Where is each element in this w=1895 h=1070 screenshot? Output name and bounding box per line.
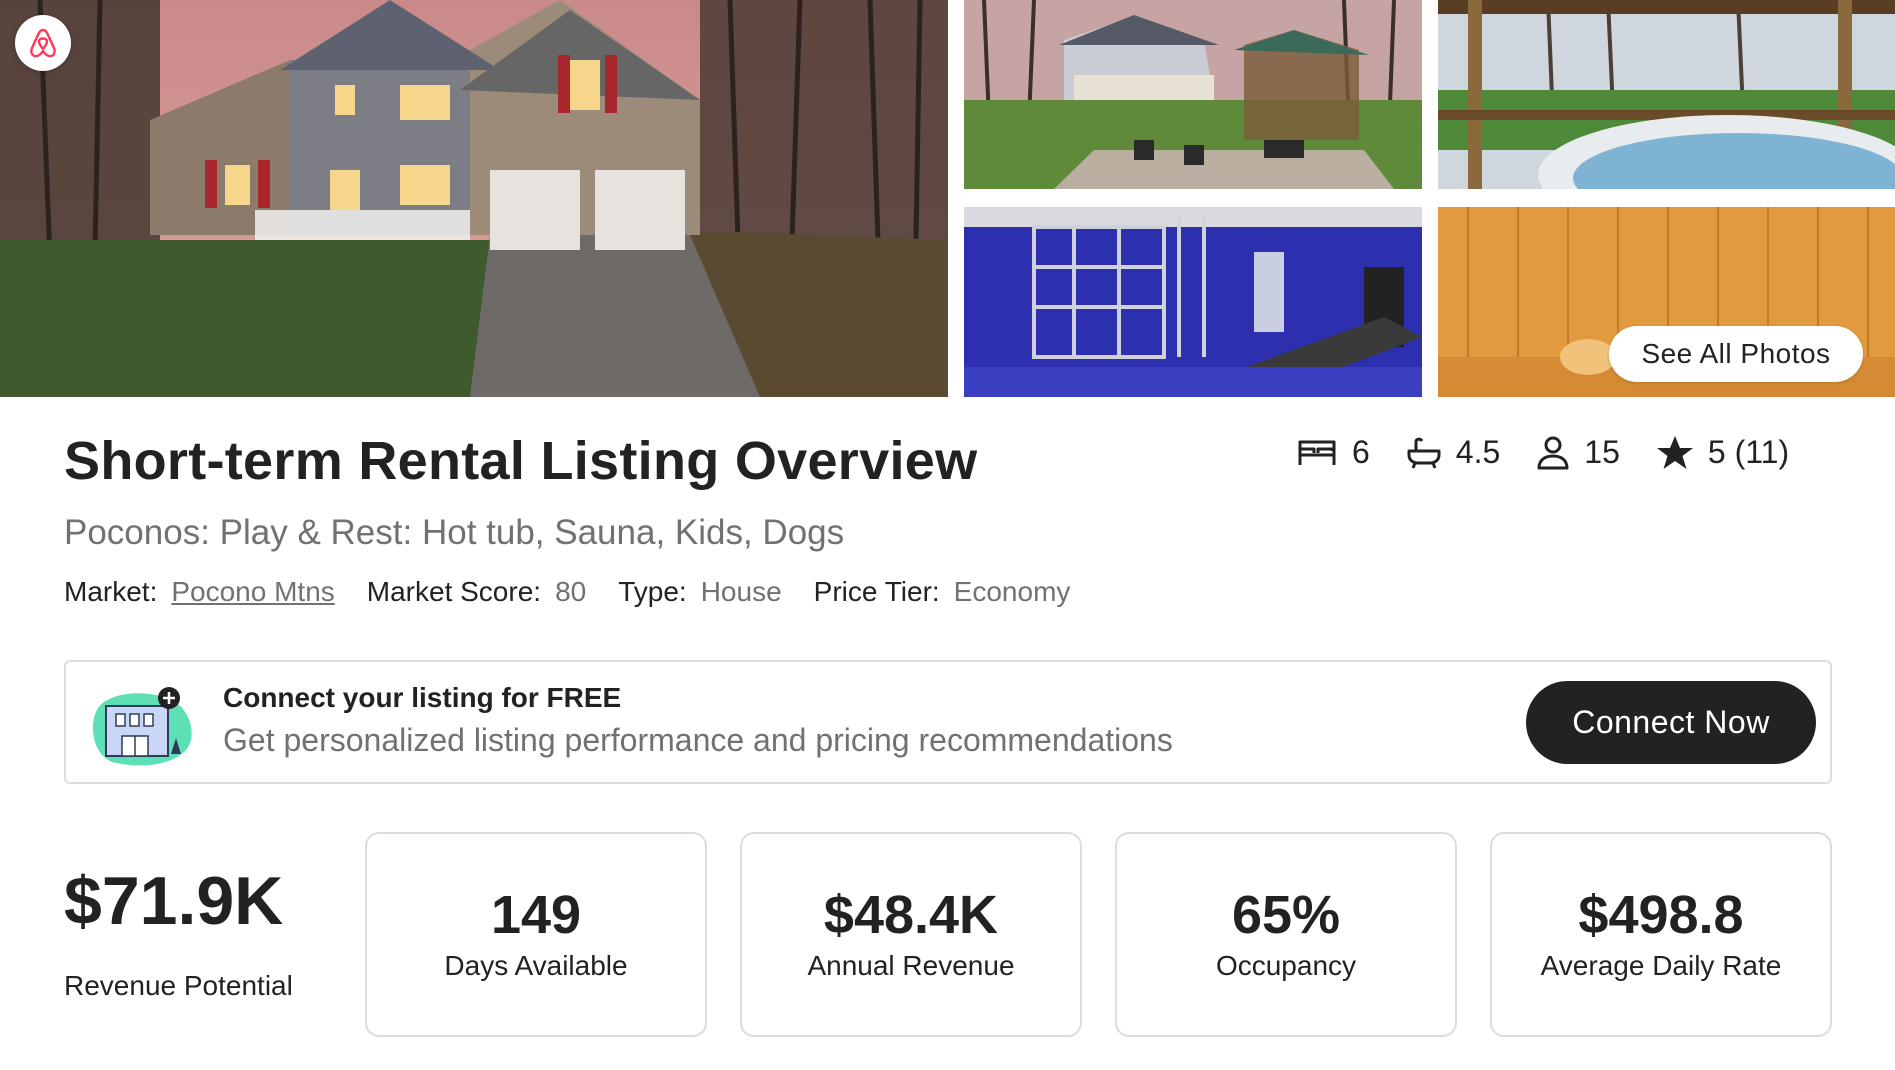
airbnb-logo-icon[interactable] [15, 15, 71, 71]
connect-now-button[interactable]: Connect Now [1526, 681, 1816, 764]
stat-bedrooms: 6 [1296, 434, 1370, 471]
metric-card-occupancy: 65% Occupancy [1115, 832, 1457, 1037]
metric-label: Occupancy [1215, 950, 1357, 981]
meta-market: Market: Pocono Mtns [64, 576, 335, 608]
rating-value: 5 (11) [1707, 434, 1790, 470]
person-icon [1537, 436, 1569, 469]
market-label: Market: [64, 576, 158, 607]
metric-card-annual-revenue: $48.4K Annual Revenue [740, 832, 1082, 1037]
meta-price-tier: Price Tier: Economy [814, 576, 1071, 608]
listing-photo-house-exterior[interactable] [0, 0, 948, 397]
market-link[interactable]: Pocono Mtns [171, 576, 334, 608]
stat-guests: 15 [1536, 434, 1620, 471]
market-score-value: 80 [555, 576, 587, 607]
bed-icon [1298, 440, 1336, 465]
price-tier-value: Economy [953, 576, 1071, 607]
metric-value: 65% [1231, 885, 1341, 945]
meta-market-score: Market Score: 80 [367, 576, 586, 608]
banner-description: Get personalized listing performance and… [223, 722, 1173, 758]
metric-value: 149 [490, 885, 582, 945]
type-value: House [700, 576, 782, 607]
price-tier-label: Price Tier: [813, 576, 940, 607]
metric-value: $48.4K [823, 885, 999, 945]
listing-photo-hot-tub[interactable] [1438, 0, 1895, 189]
guests-count: 15 [1584, 434, 1620, 470]
revenue-potential-label: Revenue Potential [64, 970, 293, 1001]
metric-label: Average Daily Rate [1540, 950, 1782, 981]
listing-photo-game-room[interactable] [964, 207, 1422, 397]
listing-name: Poconos: Play & Rest: Hot tub, Sauna, Ki… [64, 513, 845, 552]
stat-bathrooms: 4.5 [1406, 434, 1500, 471]
revenue-potential: $71.9K Revenue Potential [64, 862, 364, 1002]
stat-rating: 5 (11) [1656, 434, 1789, 471]
bedrooms-count: 6 [1352, 434, 1370, 470]
listing-meta: Market: Pocono Mtns Market Score: 80 Typ… [64, 576, 1070, 608]
metric-label: Days Available [444, 950, 628, 981]
metric-card-days-available: 149 Days Available [365, 832, 707, 1037]
see-all-photos-button[interactable]: See All Photos [1609, 326, 1863, 382]
star-icon [1656, 435, 1693, 469]
photo-gallery: See All Photos [0, 0, 1895, 397]
listing-photo-backyard[interactable] [964, 0, 1422, 189]
meta-type: Type: House [618, 576, 781, 608]
market-score-label: Market Score: [366, 576, 542, 607]
house-plus-illustration-icon [92, 687, 192, 766]
type-label: Type: [618, 576, 687, 607]
bathrooms-count: 4.5 [1455, 434, 1501, 470]
page-title: Short-term Rental Listing Overview [64, 431, 978, 491]
listing-stats: 6 4.5 15 5 (11) [1296, 434, 1789, 471]
revenue-potential-value: $71.9K [64, 863, 284, 939]
banner-title: Connect your listing for FREE [223, 682, 622, 713]
metric-card-average-daily-rate: $498.8 Average Daily Rate [1490, 832, 1832, 1037]
metric-label: Annual Revenue [807, 950, 1015, 981]
bathtub-icon [1407, 437, 1441, 469]
metric-value: $498.8 [1578, 885, 1744, 945]
connect-listing-banner: Connect your listing for FREE Get person… [64, 660, 1832, 784]
